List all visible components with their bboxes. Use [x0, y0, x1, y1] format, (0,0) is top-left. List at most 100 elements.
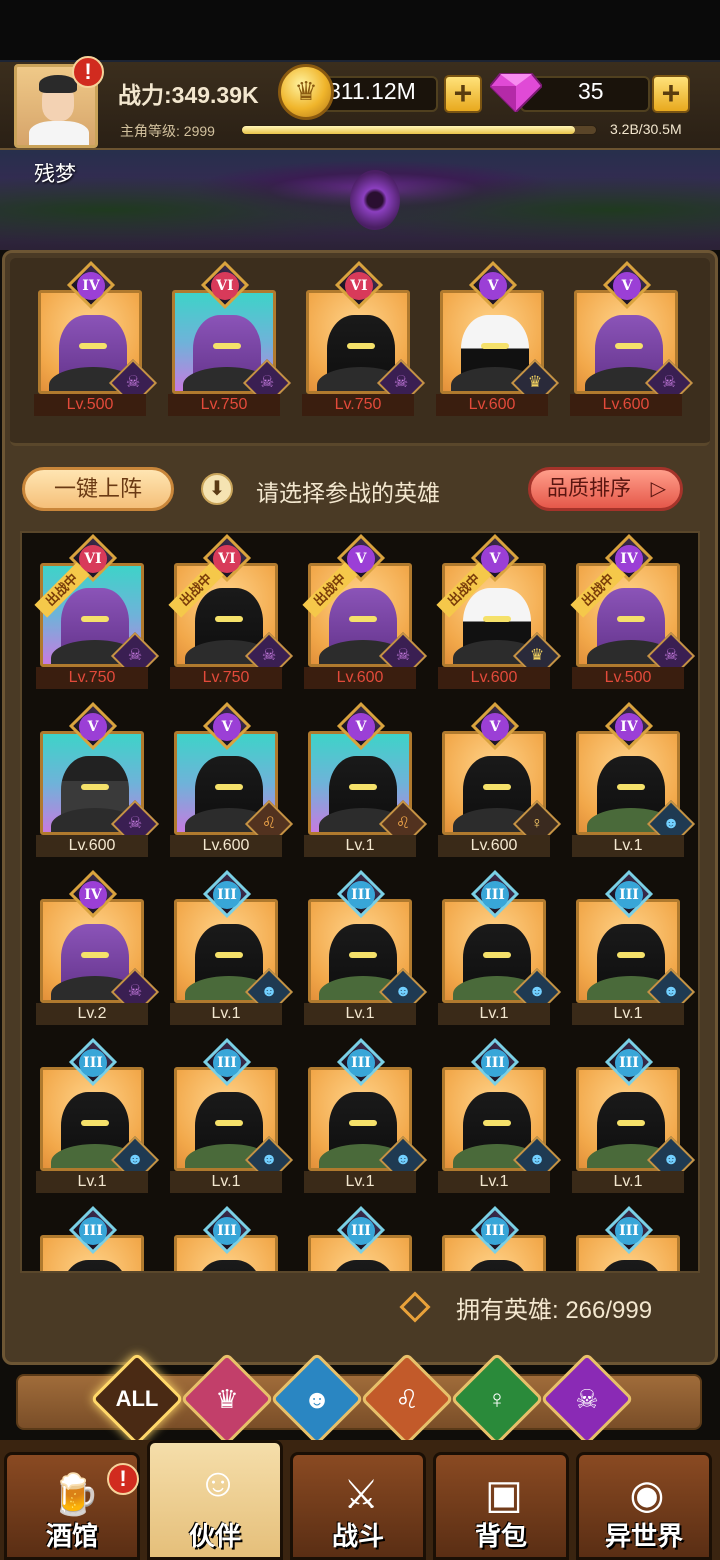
rank-numeral: III [481, 881, 509, 909]
rank-numeral: III [615, 881, 643, 909]
hero-level: Lv.600 [436, 394, 548, 416]
add-gold-button[interactable]: + [444, 75, 482, 113]
hero-figure [463, 1260, 531, 1271]
hero-card[interactable]: III ☻ Lv.1 [36, 1037, 160, 1193]
hero-grid[interactable]: VI ☠ Lv.750 出战中 VI ☠ Lv.750 出战中 V ☠ Lv.600 出战中 V ♛ Lv.… [20, 531, 700, 1273]
rank-badge: III [336, 1037, 386, 1087]
hero-card[interactable]: III ☻ Lv.1 [304, 869, 428, 1025]
hero-card[interactable]: III☻ [40, 1205, 144, 1271]
hero-card[interactable]: VI ☠ Lv.750 出战中 [34, 533, 160, 689]
nav-label: 背包 [474, 1521, 527, 1551]
nav-tab-otherworld[interactable]: ◉ 异世界 [576, 1452, 712, 1560]
hero-level: Lv.1 [170, 1171, 282, 1193]
hero-card[interactable]: VI ☠ Lv.750 [168, 260, 292, 416]
hero-card[interactable]: V ♛ Lv.600 [436, 260, 560, 416]
hero-level: Lv.1 [572, 835, 684, 857]
hero-card[interactable]: IV ☠ Lv.500 出战中 [570, 533, 696, 689]
hero-card[interactable]: VI ☠ Lv.750 出战中 [168, 533, 294, 689]
filter-lion[interactable]: ♌ [360, 1352, 454, 1446]
filter-all[interactable]: ALL [90, 1352, 184, 1446]
nav-tab-bag[interactable]: ▣ 背包 [433, 1452, 569, 1560]
nav-tab-tavern[interactable]: 🍺 酒馆! [4, 1452, 140, 1560]
hero-card[interactable]: VI ☠ Lv.750 [302, 260, 426, 416]
hero-level: Lv.750 [302, 394, 414, 416]
hero-card[interactable]: III ☻ Lv.1 [438, 1037, 562, 1193]
rank-numeral: V [481, 713, 509, 741]
rank-numeral: IV [79, 881, 107, 909]
hero-card[interactable]: III ☻ Lv.1 [304, 1037, 428, 1193]
hero-level: Lv.500 [34, 394, 146, 416]
gold-value: 311.12M [328, 78, 416, 104]
select-hero-hint: 请选择参战的英雄 [256, 480, 440, 506]
hero-card[interactable]: III☻ [174, 1205, 278, 1271]
hero-card[interactable]: III☻ [308, 1205, 412, 1271]
hero-card[interactable]: III ☻ Lv.1 [572, 869, 696, 1025]
rank-badge: VI [200, 260, 250, 310]
filter-goddess[interactable]: ♀ [450, 1352, 544, 1446]
rank-numeral: VI [211, 272, 239, 300]
rank-numeral: III [79, 1049, 107, 1077]
filter-elf[interactable]: ☻ [270, 1352, 364, 1446]
elf-filter-icon: ☻ [303, 1384, 331, 1414]
bag-icon: ▣ [485, 1473, 523, 1517]
hero-level: Lv.1 [438, 1003, 550, 1025]
gem-icon [490, 73, 542, 112]
hero-card[interactable]: III ☻ Lv.1 [438, 869, 562, 1025]
hero-level: Lv.1 [36, 1171, 148, 1193]
hero-card[interactable]: V ♀ Lv.600 [438, 701, 562, 857]
nav-tab-battle[interactable]: ⚔ 战斗 [290, 1452, 426, 1560]
rank-badge: IV [68, 869, 118, 919]
lion-filter-icon: ♌ [395, 1384, 419, 1414]
add-gem-button[interactable]: + [652, 75, 690, 113]
hero-card[interactable]: V ☠ Lv.600 [36, 701, 160, 857]
rank-badge: III [604, 869, 654, 919]
combat-power: 战力:349.39K [118, 82, 259, 108]
hero-card[interactable]: V ♌ Lv.600 [170, 701, 294, 857]
hero-level: Lv.600 [304, 667, 416, 689]
gem-value: 35 [578, 78, 604, 104]
hero-card[interactable]: V ☠ Lv.600 出战中 [302, 533, 428, 689]
demon-filter-icon: ☠ [575, 1384, 599, 1414]
xp-text: 3.2B/30.5M [610, 121, 682, 137]
gold-coin-icon: ♛ [278, 64, 334, 120]
hero-level: Lv.600 [438, 667, 550, 689]
hero-level: Lv.1 [304, 1003, 416, 1025]
rank-badge: III [336, 1205, 386, 1255]
rank-numeral: III [615, 1049, 643, 1077]
one-click-deploy-button[interactable]: 一键上阵 [22, 467, 174, 511]
nav-tab-partner[interactable]: ☺ 伙伴 [147, 1440, 283, 1560]
rank-badge: V [202, 701, 252, 751]
hero-figure [61, 1260, 129, 1271]
rank-badge: VI [334, 260, 384, 310]
rank-numeral: IV [615, 713, 643, 741]
hero-card[interactable]: IV ☠ Lv.500 [34, 260, 158, 416]
filter-king[interactable]: ♛ [180, 1352, 274, 1446]
rank-numeral: III [481, 1049, 509, 1077]
filter-demon[interactable]: ☠ [540, 1352, 634, 1446]
hero-level: Lv.750 [170, 667, 282, 689]
quality-sort-button[interactable]: 品质排序 ▷ [528, 467, 683, 511]
hero-card[interactable]: III☻ [576, 1205, 680, 1271]
rank-badge: III [202, 1205, 252, 1255]
alert-icon: ! [107, 1463, 139, 1495]
rank-numeral: IV [77, 272, 105, 300]
hero-card[interactable]: V ☠ Lv.600 [570, 260, 694, 416]
nav-label: 战斗 [331, 1521, 384, 1551]
hero-card[interactable]: III ☻ Lv.1 [170, 1037, 294, 1193]
hero-card[interactable]: III ☻ Lv.1 [572, 1037, 696, 1193]
hero-card[interactable]: III☻ [442, 1205, 546, 1271]
rank-badge: III [604, 1205, 654, 1255]
hero-card[interactable]: IV ☠ Lv.2 [36, 869, 160, 1025]
hero-card[interactable]: III ☻ Lv.1 [170, 869, 294, 1025]
hero-card[interactable]: IV ☻ Lv.1 [572, 701, 696, 857]
hero-level: Lv.750 [36, 667, 148, 689]
rank-numeral: III [213, 881, 241, 909]
hero-level: Lv.2 [36, 1003, 148, 1025]
hero-card[interactable]: V ♛ Lv.600 出战中 [436, 533, 562, 689]
rank-badge: III [202, 1037, 252, 1087]
level-label: 主角等级: 2999 [120, 123, 215, 139]
hero-card[interactable]: V ♌ Lv.1 [304, 701, 428, 857]
tavern-icon: 🍺 [50, 1473, 100, 1517]
rank-badge: IV [604, 701, 654, 751]
hero-level: Lv.1 [304, 835, 416, 857]
